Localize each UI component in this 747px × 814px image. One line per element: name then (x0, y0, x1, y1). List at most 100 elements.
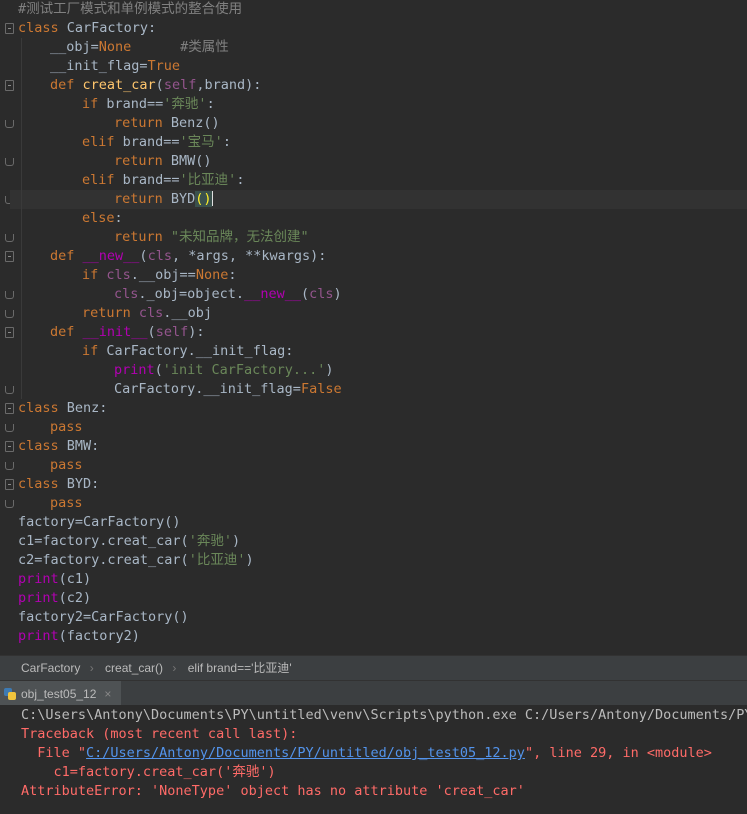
code-token: __init__ (82, 324, 148, 340)
code-token: None (98, 39, 132, 55)
code-line[interactable]: return "未知品牌，无法创建" (18, 228, 309, 247)
python-icon (3, 687, 17, 701)
code-line[interactable]: else: (18, 209, 123, 228)
code-line[interactable]: print(factory2) (18, 627, 140, 646)
fold-end-icon[interactable] (5, 462, 14, 470)
console-traceback-code: c1=factory.creat_car('奔驰') (21, 764, 276, 780)
code-token: : (222, 134, 231, 150)
code-token: self (155, 324, 189, 340)
code-line[interactable]: def __new__(cls, *args, **kwargs): (18, 247, 326, 266)
code-token: pass (50, 419, 83, 435)
code-line[interactable]: if CarFactory.__init_flag: (18, 342, 293, 361)
console-file-prefix: File " (21, 745, 87, 761)
code-token: class (18, 20, 67, 36)
code-token: , *args, **kwargs): (171, 248, 327, 264)
fold-icon[interactable] (5, 251, 14, 262)
fold-end-icon[interactable] (5, 500, 14, 508)
code-token: def (50, 248, 83, 264)
code-line[interactable]: pass (18, 456, 83, 475)
fold-end-icon[interactable] (5, 424, 14, 432)
code-line[interactable]: return BMW() (18, 152, 212, 171)
code-token: ( (139, 248, 148, 264)
code-token: return (114, 229, 171, 245)
code-line[interactable]: __init_flag=True (18, 57, 180, 76)
code-token: print (18, 571, 59, 587)
code-token: cls (309, 286, 334, 302)
code-token: creat_car (82, 77, 156, 93)
breadcrumb-item-class[interactable]: CarFactory (21, 661, 80, 675)
code-line[interactable]: print('init CarFactory...') (18, 361, 333, 380)
console-file-suffix: ", line 29, in <module> (524, 745, 712, 761)
fold-end-icon[interactable] (5, 120, 14, 128)
fold-end-icon[interactable] (5, 158, 14, 166)
code-line[interactable]: #测试工厂模式和单例模式的整合使用 (18, 0, 242, 19)
code-token: None (195, 267, 229, 283)
code-line[interactable]: factory=CarFactory() (18, 513, 181, 532)
breadcrumb: CarFactory › creat_car() › elif brand=='… (0, 655, 747, 680)
code-token: BYD: (66, 476, 100, 492)
code-token: class (18, 476, 67, 492)
code-line[interactable]: class CarFactory: (18, 19, 156, 38)
code-line[interactable]: class Benz: (18, 399, 107, 418)
fold-end-icon[interactable] (5, 386, 14, 394)
code-token: if (82, 96, 107, 112)
code-line[interactable]: return cls.__obj (18, 304, 212, 323)
code-line[interactable]: c1=factory.creat_car('奔驰') (18, 532, 240, 551)
code-line[interactable]: def creat_car(self,brand): (18, 76, 261, 95)
code-token: '奔驰' (163, 96, 207, 112)
code-line[interactable]: cls._obj=object.__new__(cls) (18, 285, 342, 304)
code-line[interactable]: pass (18, 494, 83, 513)
code-token: : (236, 172, 245, 188)
code-token: () (195, 191, 212, 207)
fold-icon[interactable] (5, 327, 14, 338)
console-traceback-header: Traceback (most recent call last): (21, 726, 298, 742)
fold-icon[interactable] (5, 479, 14, 490)
code-token: ._obj=object. (138, 286, 245, 302)
run-tab-obj-test05-12[interactable]: obj_test05_12 × (0, 681, 122, 706)
code-line[interactable]: class BMW: (18, 437, 99, 456)
code-line[interactable]: CarFactory.__init_flag=False (18, 380, 342, 399)
code-line[interactable]: return BYD() (10, 190, 747, 209)
breadcrumb-item-branch[interactable]: elif brand=='比亚迪' (188, 661, 292, 675)
code-line[interactable]: print(c1) (18, 570, 91, 589)
indent-guide (21, 38, 22, 399)
code-line[interactable]: __obj=None #类属性 (18, 38, 229, 57)
code-token: __new__ (82, 248, 140, 264)
code-editor[interactable]: #测试工厂模式和单例模式的整合使用 class CarFactory: __obj=… (0, 0, 747, 655)
code-line[interactable]: pass (18, 418, 83, 437)
code-token: BMW: (66, 438, 100, 454)
code-line[interactable]: if brand=='奔驰': (18, 95, 215, 114)
code-token: cls (147, 248, 172, 264)
fold-end-icon[interactable] (5, 234, 14, 242)
code-token: if (82, 343, 107, 359)
fold-icon[interactable] (5, 23, 14, 34)
console-file-link[interactable]: C:/Users/Antony/Documents/PY/untitled/ob… (86, 745, 525, 761)
code-token: return (114, 115, 171, 131)
code-line[interactable]: c2=factory.creat_car('比亚迪') (18, 551, 254, 570)
code-line[interactable]: def __init__(self): (18, 323, 204, 342)
code-token: def (50, 324, 83, 340)
close-icon[interactable]: × (104, 682, 111, 706)
fold-end-icon[interactable] (5, 310, 14, 318)
fold-end-icon[interactable] (5, 291, 14, 299)
code-line[interactable]: return Benz() (18, 114, 220, 133)
console-command-line: C:\Users\Antony\Documents\PY\untitled\ve… (21, 707, 747, 723)
code-token: CarFactory: (66, 20, 157, 36)
code-token: pass (50, 457, 83, 473)
fold-icon[interactable] (5, 441, 14, 452)
code-token: 'init CarFactory...' (162, 362, 326, 378)
code-line[interactable]: class BYD: (18, 475, 99, 494)
code-line[interactable]: elif brand=='比亚迪': (18, 171, 244, 190)
code-line[interactable]: elif brand=='宝马': (18, 133, 231, 152)
fold-icon[interactable] (5, 80, 14, 91)
run-console[interactable]: C:\Users\Antony\Documents\PY\untitled\ve… (0, 705, 747, 814)
code-line[interactable]: if cls.__obj==None: (18, 266, 236, 285)
code-token: #类属性 (131, 39, 229, 55)
run-tab-label: obj_test05_12 (21, 686, 97, 701)
code-line[interactable]: factory2=CarFactory() (18, 608, 189, 627)
text-cursor (211, 191, 213, 206)
fold-icon[interactable] (5, 403, 14, 414)
code-token: elif (82, 134, 123, 150)
breadcrumb-item-method[interactable]: creat_car() (105, 661, 163, 675)
code-line[interactable]: print(c2) (18, 589, 91, 608)
